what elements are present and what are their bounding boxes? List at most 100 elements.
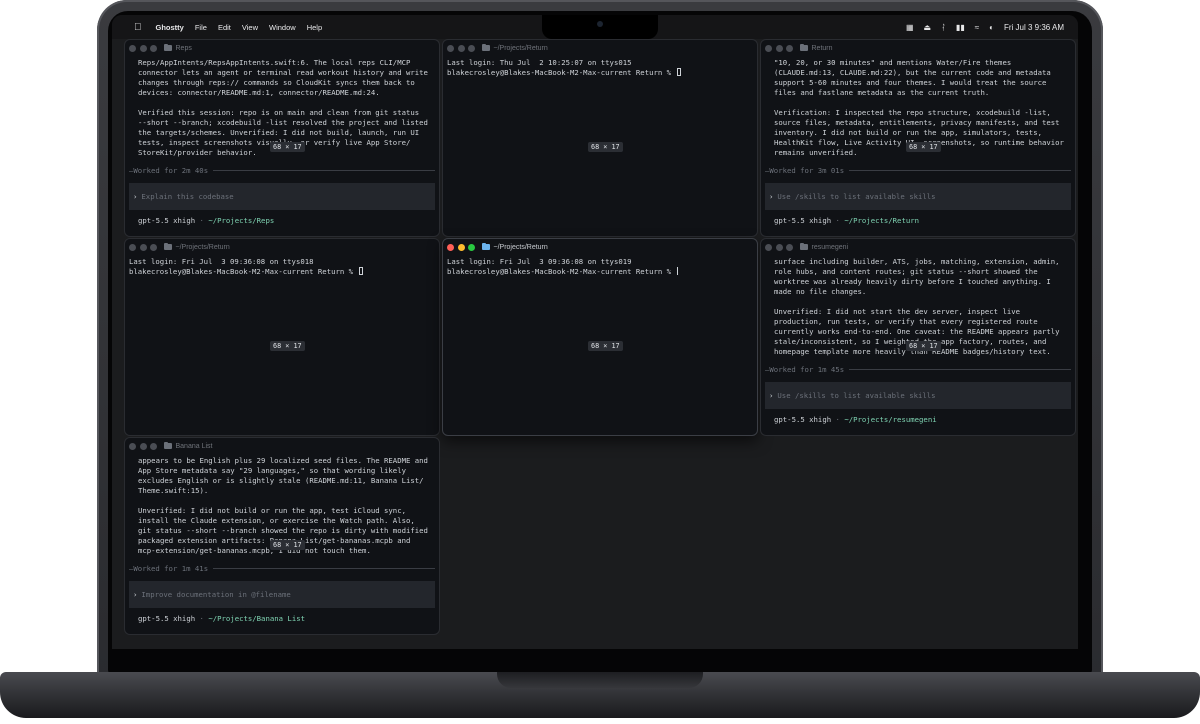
output-line: Verification: I inspected the repo struc… [774, 108, 1051, 117]
output-line: git status --short --branch showed the r… [138, 526, 428, 535]
zoom-button[interactable] [786, 44, 793, 52]
prompt-chevron-icon: › [769, 192, 774, 201]
zoom-button[interactable] [150, 243, 157, 251]
prompt-input[interactable]: › Use /skills to list available skills [765, 382, 1071, 409]
pane-titlebar: Reps [125, 40, 439, 56]
status-line: gpt-5.5 xhigh · ~/Projects/Reps [138, 216, 275, 225]
terminal-pane-return-shell-2[interactable]: ~/Projects/Return Last login: Fri Jul 3 … [124, 238, 440, 436]
battery-icon[interactable]: ▮▮ [956, 23, 965, 32]
clock[interactable]: Fri Jul 3 9:36 AM [1004, 23, 1064, 32]
size-overlay: 68 × 17 [270, 341, 305, 351]
zoom-button[interactable] [150, 442, 157, 450]
prompt-input[interactable]: › Use /skills to list available skills [765, 183, 1071, 210]
close-button[interactable] [129, 243, 136, 251]
size-overlay: 68 × 17 [270, 142, 305, 152]
output-line: source files, metadata, entitlements, pr… [774, 118, 1060, 127]
folder-icon [799, 43, 808, 51]
folder-icon [163, 242, 172, 250]
edit-menu[interactable]: Edit [218, 23, 231, 32]
minimize-button[interactable] [457, 44, 465, 52]
app-menu[interactable]: Ghostty [156, 23, 184, 32]
terminal-pane-banana-list[interactable]: Banana List appears to be English plus 2… [124, 437, 440, 635]
eject-icon[interactable]: ⏏ [924, 23, 932, 32]
apple-menu-icon[interactable]:  [134, 22, 142, 33]
pane-title: resumegeni [811, 243, 849, 251]
zoom-button[interactable] [786, 243, 793, 251]
minimize-button[interactable] [139, 243, 147, 251]
help-menu[interactable]: Help [307, 23, 322, 32]
minimize-button[interactable] [139, 44, 147, 52]
output-line: the targets/schemes. Unverified: I did n… [138, 128, 420, 137]
terminal-pane-return-agent[interactable]: Return "10, 20, or 30 minutes" and menti… [760, 39, 1076, 237]
pane-titlebar: Return [761, 40, 1075, 56]
close-button[interactable] [447, 243, 454, 251]
prompt-chevron-icon: › [133, 192, 138, 201]
prompt-chevron-icon: › [769, 391, 774, 400]
pane-titlebar: ~/Projects/Return [125, 239, 439, 255]
close-button[interactable] [129, 44, 136, 52]
output-line: install the Claude extension, or exercis… [138, 516, 415, 525]
shell-output: Last login: Fri Jul 3 09:36:08 on ttys01… [125, 255, 439, 279]
output-line: connector lets an agent or terminal read… [138, 68, 428, 77]
minimize-button[interactable] [775, 44, 783, 52]
zoom-button[interactable] [468, 243, 475, 251]
close-button[interactable] [129, 442, 136, 450]
status-line: gpt-5.5 xhigh · ~/Projects/Return [774, 216, 920, 225]
control-center-icon[interactable]: ◐ [989, 23, 994, 32]
output-line: inventory. I did not build or run the ap… [774, 128, 1042, 137]
close-button[interactable] [765, 243, 772, 251]
output-line: devices: connector/README.md:1, connecto… [138, 88, 380, 97]
zoom-button[interactable] [150, 44, 157, 52]
pane-title: ~/Projects/Return [493, 44, 548, 52]
folder-icon [481, 43, 490, 51]
terminal-pane-return-shell-focused[interactable]: ~/Projects/Return Last login: Fri Jul 3 … [442, 238, 758, 436]
output-line: surface including builder, ATS, jobs, ma… [774, 257, 1060, 266]
size-overlay: 68 × 17 [588, 142, 623, 152]
close-button[interactable] [447, 44, 454, 52]
terminal-pane-return-shell[interactable]: ~/Projects/Return Last login: Thu Jul 2 … [442, 39, 758, 237]
terminal-pane-reps[interactable]: Reps Reps/AppIntents/RepsAppIntents.swif… [124, 39, 440, 237]
output-line: "10, 20, or 30 minutes" and mentions Wat… [774, 58, 1012, 67]
bluetooth-icon[interactable]: ᛛ [941, 23, 946, 32]
prompt-chevron-icon: › [133, 590, 138, 599]
shell-output: Last login: Fri Jul 3 09:36:08 on ttys01… [443, 255, 757, 279]
pane-titlebar: ~/Projects/Return [443, 239, 757, 255]
size-overlay: 68 × 17 [588, 341, 623, 351]
status-line: gpt-5.5 xhigh · ~/Projects/Banana List [138, 614, 305, 623]
zoom-button[interactable] [468, 44, 475, 52]
folder-icon [481, 242, 490, 250]
pane-title: Return [811, 44, 833, 52]
minimize-button[interactable] [775, 243, 783, 251]
worked-divider: — Worked for 1m 45s [765, 365, 1071, 374]
cursor [677, 267, 679, 275]
output-line: Reps/AppIntents/RepsAppIntents.swift:6. … [138, 58, 411, 67]
file-menu[interactable]: File [195, 23, 207, 32]
output-line: appears to be English plus 29 localized … [138, 456, 428, 465]
view-menu[interactable]: View [242, 23, 258, 32]
window-menu[interactable]: Window [269, 23, 296, 32]
wifi-icon[interactable]: ≈ [975, 23, 979, 32]
pane-titlebar: ~/Projects/Return [443, 40, 757, 56]
minimize-button[interactable] [457, 243, 465, 251]
pane-title: ~/Projects/Return [175, 243, 230, 251]
prompt-input[interactable]: › Improve documentation in @filename [129, 581, 435, 608]
prompt-input[interactable]: › Explain this codebase [129, 183, 435, 210]
size-overlay: 68 × 17 [270, 540, 305, 550]
worked-divider: — Worked for 1m 41s [129, 564, 435, 573]
menu-extras: ▦ ⏏ ᛛ ▮▮ ≈ ◐ Fri Jul 3 9:36 AM [906, 15, 1064, 39]
output-line: changes through reps:// commands so Clou… [138, 78, 415, 87]
terminal-pane-resumegeni[interactable]: resumegeni surface including builder, AT… [760, 238, 1076, 436]
output-line: App Store metadata say "29 languages," s… [138, 466, 406, 475]
folder-icon [799, 242, 808, 250]
output-line: role hubs, and content routes; git statu… [774, 267, 1038, 276]
display-icon[interactable]: ▦ [906, 23, 914, 32]
camera-notch [542, 15, 658, 39]
close-button[interactable] [765, 44, 772, 52]
screen:  Ghostty File Edit View Window Help ▦ ⏏… [112, 15, 1078, 649]
output-line: support 5-60 minutes and four themes. I … [774, 78, 1047, 87]
cursor [359, 267, 364, 275]
minimize-button[interactable] [139, 442, 147, 450]
status-line: gpt-5.5 xhigh · ~/Projects/resumegeni [774, 415, 937, 424]
output-line: Unverified: I did not build or run the a… [138, 506, 406, 515]
pane-title: ~/Projects/Return [493, 243, 548, 251]
